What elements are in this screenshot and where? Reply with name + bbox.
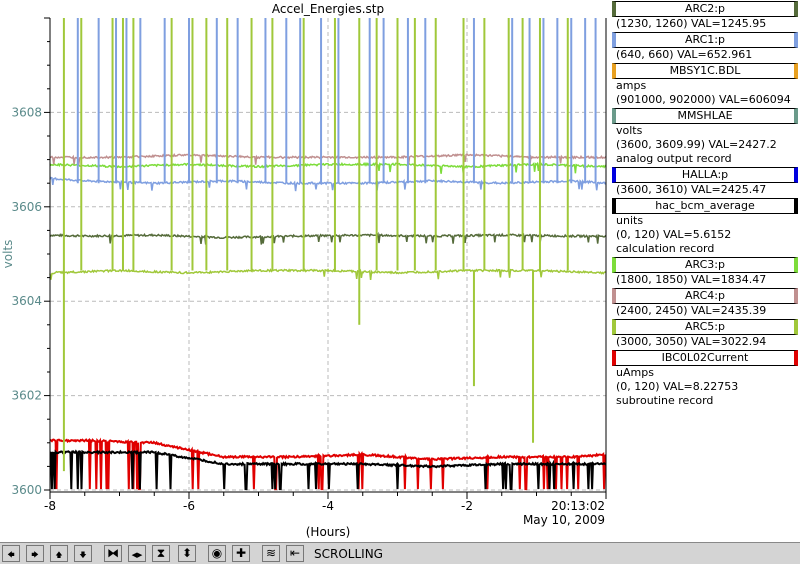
date-label: May 10, 2009 — [523, 513, 605, 527]
y-tick-label: 3600 — [11, 483, 42, 497]
zoom-out-x-button[interactable]: ◀▶ — [128, 545, 146, 562]
arrow-up-icon: 🡅 — [55, 551, 63, 559]
y-tick-label: 3606 — [11, 200, 42, 214]
legend-entry[interactable]: ARC4:p (2400, 2450) VAL=2435.39 — [610, 288, 800, 318]
legend-entry-detail: (640, 660) VAL=652.961 — [616, 48, 753, 61]
strip-chart-plot[interactable]: Accel_Energies.stp 3600 3602 3604 3606 3608 -8… — [0, 0, 610, 542]
legend-entry-detail: (3600, 3609.99) VAL=2427.2 — [616, 138, 777, 151]
legend-entry-detail: (1230, 1260) VAL=1245.95 — [616, 17, 767, 30]
legend-entry-name[interactable]: ARC3:p — [612, 257, 798, 273]
legend-entry[interactable]: MBSY1C.BDL amps (901000, 902000) VAL=60609… — [610, 63, 800, 107]
legend-entry-detail: (2400, 2450) VAL=2435.39 — [616, 304, 767, 317]
legend-entry-detail: uAmps — [616, 366, 654, 379]
legend-entry-detail: analog output record — [616, 152, 732, 165]
auto-scale-button[interactable]: ≋ — [262, 545, 280, 562]
x-tick-label: -2 — [461, 499, 473, 513]
legend-entry-detail: units — [616, 214, 644, 227]
scroll-left-button[interactable]: 🡄 — [2, 545, 20, 562]
reset-button[interactable]: ◉ — [208, 545, 226, 562]
back-to-now-button[interactable]: ⇤ — [286, 545, 304, 562]
toolbar: 🡄 🡆 🡅 🡇 ⧓ ◀▶ ⧗ ⬍ ◉ ✚ ≋ ⇤ SCROLLING — [0, 542, 800, 564]
legend-entry-detail: calculation record — [616, 242, 715, 255]
legend-entry-detail: (0, 120) VAL=5.6152 — [616, 228, 732, 241]
legend-entry-name[interactable]: ARC1:p — [612, 32, 798, 48]
arrow-down-icon: 🡇 — [79, 551, 87, 559]
chart-title: Accel_Energies.stp — [272, 2, 384, 16]
zoom-out-x-icon: ◀▶ — [131, 551, 143, 559]
zoom-out-y-icon: ⬍ — [181, 546, 193, 560]
legend-entry-detail: (3000, 3050) VAL=3022.94 — [616, 335, 767, 348]
reset-icon: ◉ — [211, 546, 223, 560]
legend-entry[interactable]: ARC5:p (3000, 3050) VAL=3022.94 — [610, 319, 800, 349]
legend-entry-detail: (3600, 3610) VAL=2425.47 — [616, 183, 767, 196]
scroll-right-button[interactable]: 🡆 — [26, 545, 44, 562]
zoom-in-x-button[interactable]: ⧓ — [104, 545, 122, 562]
legend-entry-detail: volts — [616, 124, 643, 137]
x-axis-label: (Hours) — [306, 525, 351, 539]
strip-chart-svg[interactable]: Accel_Energies.stp 3600 3602 3604 3606 3608 -8… — [0, 0, 610, 542]
time-label: 20:13:02 — [551, 499, 605, 513]
scroll-down-button[interactable]: 🡇 — [74, 545, 92, 562]
y-tick-label: 3602 — [11, 389, 42, 403]
x-tick-label: -8 — [44, 499, 56, 513]
zoom-out-y-button[interactable]: ⬍ — [178, 545, 196, 562]
legend-entry[interactable]: MMSHLAE volts (3600, 3609.99) VAL=2427.2 an… — [610, 108, 800, 166]
zoom-in-x-icon: ⧓ — [107, 546, 119, 560]
add-button[interactable]: ✚ — [232, 545, 250, 562]
legend-entry[interactable]: HALLA:p (3600, 3610) VAL=2425.47 — [610, 167, 800, 197]
zoom-in-y-button[interactable]: ⧗ — [152, 545, 170, 562]
arrow-left-icon: 🡄 — [7, 551, 15, 559]
legend-panel: ARC2:p (1230, 1260) VAL=1245.95 ARC1:p (640… — [610, 0, 800, 542]
legend-entry-name[interactable]: ARC5:p — [612, 319, 798, 335]
plus-icon: ✚ — [235, 546, 247, 560]
legend-entry[interactable]: IBC0L02Current uAmps (0, 120) VAL=8.22753 s… — [610, 350, 800, 408]
legend-entry[interactable]: hac_bcm_average units (0, 120) VAL=5.6152 c… — [610, 198, 800, 256]
auto-scale-icon: ≋ — [265, 546, 277, 560]
legend-entry[interactable]: ARC3:p (1800, 1850) VAL=1834.47 — [610, 257, 800, 287]
legend-entry-name[interactable]: IBC0L02Current — [612, 350, 798, 366]
zoom-in-y-icon: ⧗ — [156, 546, 166, 560]
legend-entry-detail: (901000, 902000) VAL=606094 — [616, 93, 791, 106]
x-tick-label: -6 — [183, 499, 195, 513]
legend-entry-name[interactable]: MMSHLAE — [612, 108, 798, 124]
back-to-now-icon: ⇤ — [289, 546, 301, 560]
legend-entry-name[interactable]: ARC4:p — [612, 288, 798, 304]
legend-entry[interactable]: ARC2:p (1230, 1260) VAL=1245.95 — [610, 1, 800, 31]
legend-entry-name[interactable]: hac_bcm_average — [612, 198, 798, 214]
legend-entry-name[interactable]: ARC2:p — [612, 1, 798, 17]
legend-entry-detail: amps — [616, 79, 647, 92]
arrow-right-icon: 🡆 — [31, 551, 39, 559]
legend-entry-name[interactable]: HALLA:p — [612, 167, 798, 183]
legend-entry-detail: (1800, 1850) VAL=1834.47 — [616, 273, 767, 286]
y-axis-label: volts — [1, 240, 15, 269]
legend-entry-detail: subroutine record — [616, 394, 714, 407]
legend-entry[interactable]: ARC1:p (640, 660) VAL=652.961 — [610, 32, 800, 62]
y-tick-label: 3608 — [11, 105, 42, 119]
legend-entry-name[interactable]: MBSY1C.BDL — [612, 63, 798, 79]
x-tick-label: -4 — [322, 499, 334, 513]
y-tick-label: 3604 — [11, 294, 42, 308]
legend-entry-detail: (0, 120) VAL=8.22753 — [616, 380, 739, 393]
scroll-up-button[interactable]: 🡅 — [50, 545, 68, 562]
status-text: SCROLLING — [314, 547, 383, 561]
